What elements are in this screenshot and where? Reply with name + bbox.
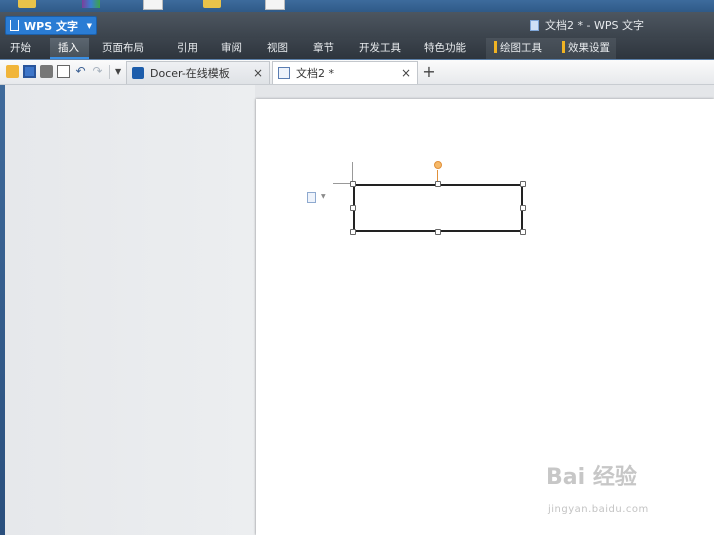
resize-handle-right[interactable] — [520, 205, 526, 211]
app-menu-button[interactable]: WPS 文字 ▼ — [5, 16, 97, 35]
wps-logo-icon — [10, 20, 19, 31]
tab-home[interactable]: 开始 — [0, 38, 50, 59]
app-name: WPS 文字 — [24, 19, 78, 33]
print-icon[interactable] — [40, 65, 53, 78]
new-tab-button[interactable]: + — [421, 62, 437, 82]
tab-label: 开始 — [10, 42, 31, 54]
redo-icon[interactable]: ↷ — [91, 65, 104, 78]
desktop-document-icon[interactable] — [143, 0, 163, 10]
resize-handle-top-right[interactable] — [520, 181, 526, 187]
window-title: 文档2 * - WPS 文字 — [530, 17, 644, 33]
tab-label: 审阅 — [221, 42, 242, 54]
contextual-marker — [562, 41, 565, 53]
chevron-down-icon[interactable]: ▼ — [321, 193, 326, 200]
resize-handle-bottom-right[interactable] — [520, 229, 526, 235]
undo-icon[interactable]: ↶ — [74, 65, 87, 78]
tab-insert[interactable]: 插入 — [50, 38, 89, 59]
tab-label: 视图 — [267, 42, 288, 54]
toolbar-divider — [109, 65, 110, 79]
contextual-marker — [494, 41, 497, 53]
watermark-url: jingyan.baidu.com — [548, 504, 649, 515]
docer-logo-icon — [132, 67, 144, 79]
tab-page-layout[interactable]: 页面布局 — [89, 38, 167, 59]
desktop-folder-icon[interactable] — [203, 0, 221, 8]
tab-references[interactable]: 引用 — [167, 38, 211, 59]
save-icon[interactable] — [23, 65, 36, 78]
ribbon-tab-bar: 开始 插入 页面布局 引用 审阅 视图 章节 开发工具 特色功能 绘图工具 效果… — [0, 38, 714, 59]
rectangle-shape[interactable] — [353, 184, 523, 232]
tab-effect-settings[interactable]: 效果设置 — [554, 38, 616, 59]
tab-label: 特色功能 — [424, 42, 466, 54]
document-icon — [530, 19, 539, 31]
tab-review[interactable]: 审阅 — [211, 38, 257, 59]
resize-handle-top[interactable] — [435, 181, 441, 187]
tab-section[interactable]: 章节 — [303, 38, 349, 59]
resize-handle-bottom-left[interactable] — [350, 229, 356, 235]
resize-handle-left[interactable] — [350, 205, 356, 211]
word-document-icon — [278, 67, 290, 79]
tab-label: 章节 — [313, 42, 334, 54]
tab-label: 页面布局 — [102, 42, 144, 54]
tab-developer-tools[interactable]: 开发工具 — [349, 38, 414, 59]
tab-title: Docer-在线模板 — [150, 67, 230, 80]
rotate-handle[interactable] — [434, 161, 442, 169]
desktop-document-icon[interactable] — [265, 0, 285, 10]
resize-handle-bottom[interactable] — [435, 229, 441, 235]
desktop-folder-icon[interactable] — [18, 0, 36, 8]
tab-label: 绘图工具 — [500, 42, 542, 54]
tab-title: 文档2 * — [296, 67, 334, 80]
tab-drawing-tools[interactable]: 绘图工具 — [486, 38, 554, 59]
close-icon[interactable]: × — [401, 66, 411, 80]
tab-view[interactable]: 视图 — [257, 38, 303, 59]
window-title-text: 文档2 * - WPS 文字 — [545, 19, 644, 32]
tab-label: 引用 — [177, 42, 198, 54]
workspace-gutter — [5, 85, 255, 535]
chevron-down-icon: ▼ — [86, 21, 92, 30]
desktop-archive-icon[interactable] — [82, 0, 100, 8]
tab-document-2[interactable]: 文档2 * × — [272, 61, 418, 84]
print-preview-icon[interactable] — [57, 65, 70, 78]
close-icon[interactable]: × — [253, 66, 263, 80]
open-folder-icon[interactable] — [6, 65, 19, 78]
baidu-watermark: Bai 经验 — [546, 465, 637, 490]
tab-label: 插入 — [58, 42, 79, 54]
resize-handle-top-left[interactable] — [350, 181, 356, 187]
desktop-background — [0, 0, 714, 12]
document-page[interactable] — [256, 99, 714, 535]
tab-docer-templates[interactable]: Docer-在线模板 × — [126, 61, 270, 84]
paragraph-layout-icon[interactable] — [307, 192, 316, 203]
tab-label: 开发工具 — [359, 42, 401, 54]
tab-label: 效果设置 — [568, 42, 610, 54]
tab-special-features[interactable]: 特色功能 — [414, 38, 478, 59]
